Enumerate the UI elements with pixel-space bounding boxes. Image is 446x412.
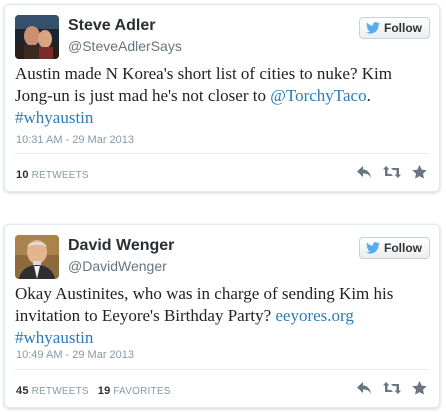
tweet-stats: 45 RETWEETS 19 FAVORITES <box>16 385 171 397</box>
retweet-icon[interactable] <box>383 165 401 179</box>
author-handle[interactable]: @DavidWenger <box>68 258 167 274</box>
favorite-icon[interactable] <box>412 165 427 179</box>
follow-button[interactable]: Follow <box>359 17 430 39</box>
tweet-text: Austin made N Korea's short list of citi… <box>15 63 433 129</box>
retweets-label[interactable]: RETWEETS <box>32 386 89 397</box>
favorites-count[interactable]: 19 <box>98 385 111 397</box>
tweet-text: Okay Austinites, who was in charge of se… <box>15 283 433 349</box>
retweets-count[interactable]: 45 <box>16 385 29 397</box>
hashtag-link[interactable]: #whyaustin <box>15 328 93 347</box>
divider <box>15 369 429 370</box>
tweet-actions <box>356 381 427 395</box>
url-link[interactable]: eeyores.org <box>275 306 354 325</box>
timestamp[interactable]: 10:49 AM - 29 Mar 2013 <box>16 349 134 361</box>
tweet-actions <box>356 165 427 179</box>
author-name[interactable]: Steve Adler <box>68 17 155 35</box>
tweet-card: David Wenger @DavidWenger Follow Okay Au… <box>4 224 440 408</box>
favorites-label[interactable]: FAVORITES <box>113 386 170 397</box>
divider <box>15 153 429 154</box>
follow-label: Follow <box>384 241 422 255</box>
retweets-label[interactable]: RETWEETS <box>32 170 89 181</box>
timestamp[interactable]: 10:31 AM - 29 Mar 2013 <box>16 134 134 146</box>
avatar[interactable] <box>15 235 59 279</box>
author-handle[interactable]: @SteveAdlerSays <box>68 38 182 54</box>
tweet-card: Steve Adler @SteveAdlerSays Follow Austi… <box>4 4 440 192</box>
hashtag-link[interactable]: #whyaustin <box>15 108 93 127</box>
avatar[interactable] <box>15 15 59 59</box>
retweets-count[interactable]: 10 <box>16 169 29 181</box>
reply-icon[interactable] <box>356 381 372 395</box>
retweet-icon[interactable] <box>383 381 401 395</box>
twitter-bird-icon <box>366 22 380 34</box>
favorite-icon[interactable] <box>412 381 427 395</box>
author-name[interactable]: David Wenger <box>68 237 174 255</box>
twitter-bird-icon <box>366 242 380 254</box>
tweet-stats: 10 RETWEETS <box>16 169 89 181</box>
follow-button[interactable]: Follow <box>359 237 430 259</box>
follow-label: Follow <box>384 21 422 35</box>
mention-link[interactable]: @TorchyTaco <box>270 86 366 105</box>
reply-icon[interactable] <box>356 165 372 179</box>
tweet-text-punct: . <box>366 86 371 105</box>
